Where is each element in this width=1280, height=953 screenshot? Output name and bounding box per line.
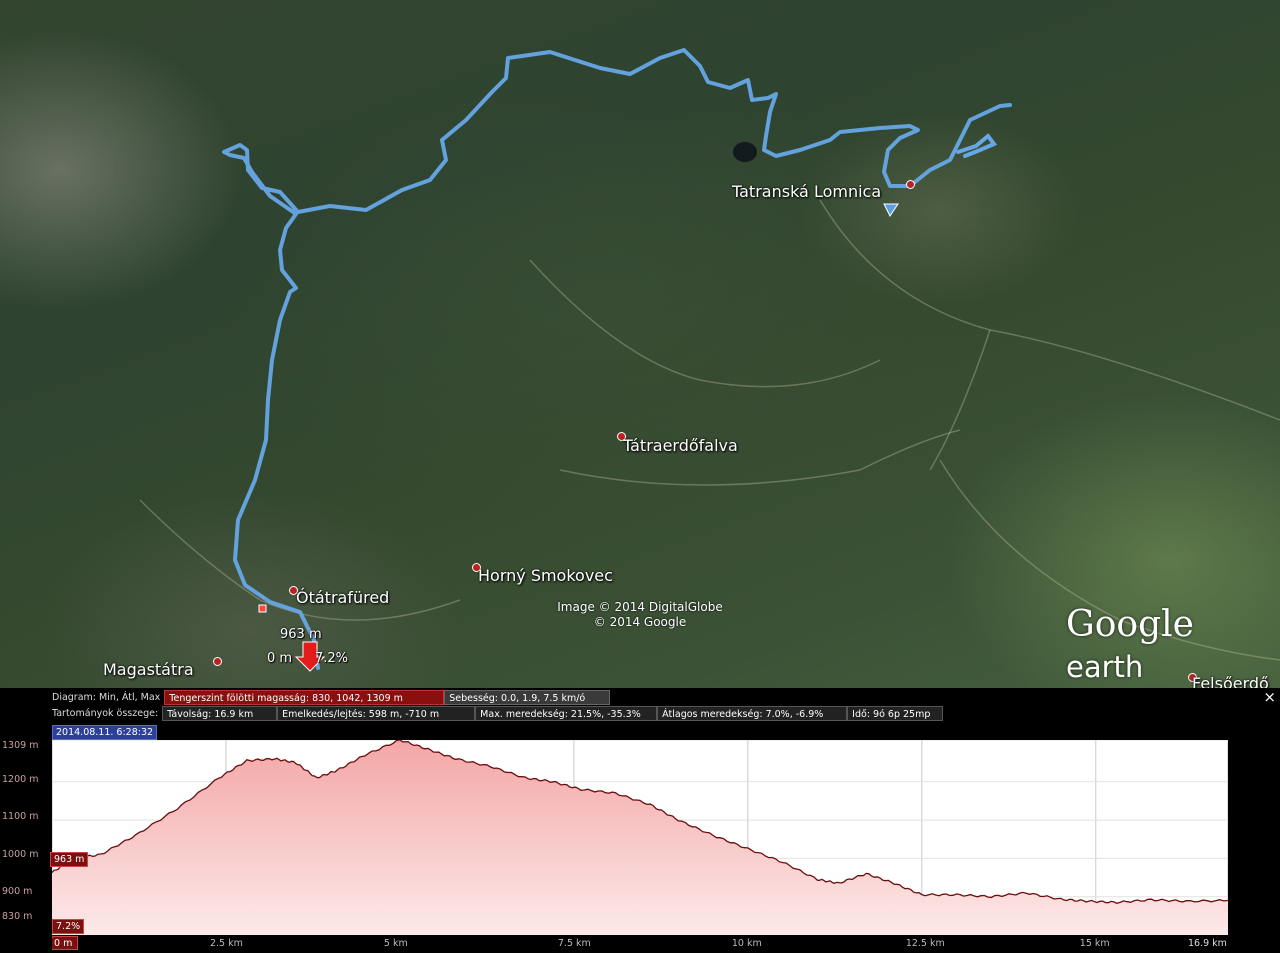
- avg-slope-stat[interactable]: Átlagos meredekség: 7.0%, -6.9%: [657, 706, 848, 721]
- y-tick-label: 830 m: [2, 911, 33, 922]
- map-attribution: Image © 2014 DigitalGlobe © 2014 Google: [550, 600, 730, 630]
- place-dot[interactable]: [906, 180, 915, 189]
- cursor-date-badge: 2014.08.11. 6:28:32: [52, 725, 158, 740]
- track-end-marker: [883, 203, 899, 217]
- stats-row-2: Tartományok összege: Távolság: 16.9 km E…: [52, 706, 944, 721]
- x-tick-label: 7.5 km: [557, 938, 591, 949]
- time-stat[interactable]: Idő: 9ó 6p 25mp: [847, 706, 944, 721]
- place-dot[interactable]: [213, 657, 222, 666]
- map-overlay: [139, 48, 1280, 672]
- elevation-chart[interactable]: [51, 739, 1229, 935]
- attribution-imagery: Image © 2014 DigitalGlobe: [557, 600, 723, 614]
- place-label-otatrafured[interactable]: Ótátrafüred: [296, 588, 389, 607]
- road-line: [819, 199, 1280, 421]
- x-tick-label: 15 km: [1079, 938, 1110, 949]
- totals-label: Tartományok összege:: [52, 708, 159, 719]
- y-tick-label: 1000 m: [2, 849, 39, 860]
- x-tick-label: 12.5 km: [905, 938, 945, 949]
- max-slope-stat[interactable]: Max. meredekség: 21.5%, -35.3%: [475, 706, 658, 721]
- track-loop: [956, 133, 998, 158]
- elevation-area: [52, 739, 1228, 935]
- place-label-horny-smokovec[interactable]: Horný Smokovec: [478, 566, 613, 585]
- elevation-chart-svg[interactable]: [51, 739, 1229, 935]
- y-tick-label: 1100 m: [2, 811, 39, 822]
- elevation-profile-panel: × Diagram: Min, Átl, Max Tengerszint föl…: [0, 688, 1280, 953]
- y-tick-label: 900 m: [2, 886, 33, 897]
- logo-earth-text: earth: [1066, 650, 1144, 684]
- attribution-google: © 2014 Google: [593, 615, 687, 629]
- place-label-tatranska-lomnica[interactable]: Tatranská Lomnica: [732, 182, 881, 201]
- x-tick-label: 2.5 km: [209, 938, 243, 949]
- cursor-distance-label: 0 m: [267, 651, 293, 666]
- y-tick-label: 1309 m: [2, 740, 39, 751]
- stats-row-1: Diagram: Min, Átl, Max Tengerszint fölöt…: [52, 690, 611, 705]
- x-tick-label: 0 m: [52, 938, 75, 949]
- speed-stat-button[interactable]: Sebesség: 0.0, 1.9, 7.5 km/ó: [444, 690, 611, 705]
- cursor-elevation-badge: 963 m: [50, 852, 89, 867]
- track-path: [222, 48, 1012, 670]
- y-tick-label: 1200 m: [2, 774, 39, 785]
- cursor-grade-label: 7.2%: [315, 651, 349, 666]
- x-tick-label: 16.9 km: [1188, 938, 1227, 949]
- map-view[interactable]: Tatranská Lomnica Tátraerdőfalva Horný S…: [0, 0, 1280, 688]
- lake: [733, 142, 757, 162]
- x-tick-label: 5 km: [383, 938, 408, 949]
- place-label-magastatra[interactable]: Magastátra: [103, 660, 194, 679]
- cursor-grade-badge: 7.2%: [52, 919, 85, 934]
- gain-loss-stat[interactable]: Emelkedés/lejtés: 598 m, -710 m: [277, 706, 476, 721]
- google-earth-logo: Google earth: [1066, 604, 1280, 686]
- cursor-elevation-label: 963 m: [280, 627, 322, 642]
- distance-stat[interactable]: Távolság: 16.9 km: [162, 706, 278, 721]
- x-tick-label: 10 km: [731, 938, 762, 949]
- poi-marker: [258, 604, 267, 613]
- road-line: [529, 259, 881, 388]
- close-profile-button[interactable]: ×: [1263, 688, 1276, 706]
- logo-google-text: Google: [1066, 604, 1194, 645]
- road-line: [929, 329, 991, 471]
- place-label-tatraerdofalva[interactable]: Tátraerdőfalva: [623, 436, 738, 455]
- elevation-stat-button[interactable]: Tengerszint fölötti magasság: 830, 1042,…: [164, 690, 445, 705]
- diagram-label: Diagram: Min, Átl, Max: [52, 692, 161, 703]
